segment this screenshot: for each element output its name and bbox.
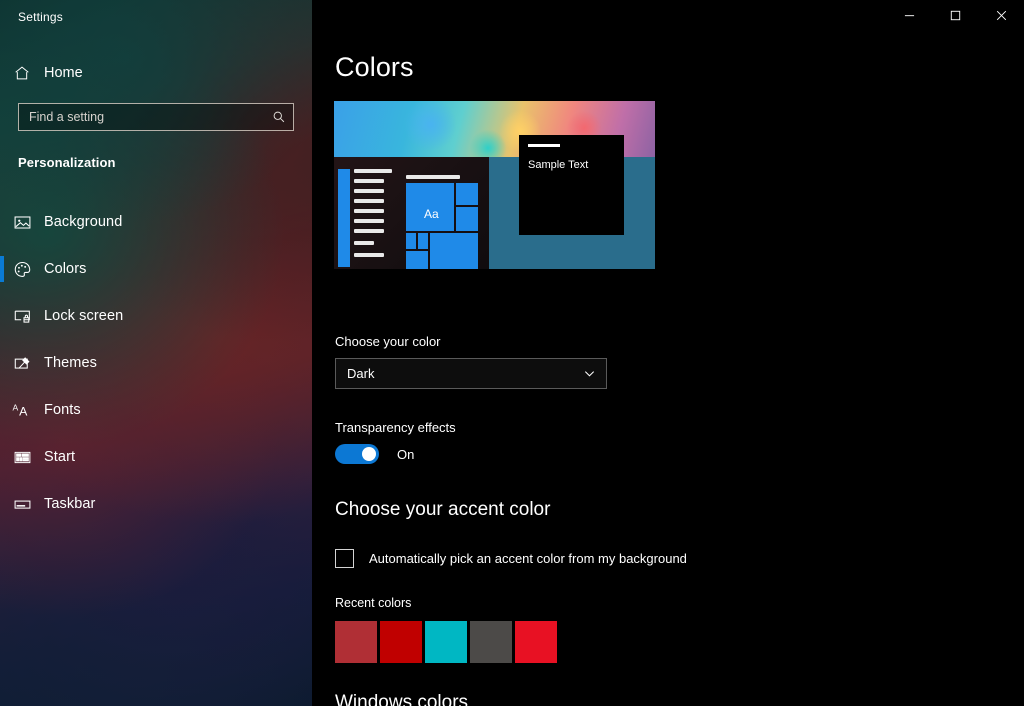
- preview-window-titlebar: [528, 144, 560, 147]
- choose-color-value: Dark: [347, 366, 375, 381]
- lock-screen-icon: [0, 307, 44, 326]
- choose-color-dropdown[interactable]: Dark: [335, 358, 607, 389]
- sidebar-item-fonts[interactable]: A A Fonts: [0, 394, 312, 426]
- windows-colors-heading: Windows colors: [335, 692, 469, 706]
- preview-start-line: [354, 209, 384, 213]
- theme-preview: Aa Sample Text: [334, 101, 655, 269]
- auto-accent-row[interactable]: Automatically pick an accent color from …: [335, 549, 687, 568]
- main-content: Colors Aa Sample Text Choose your color …: [312, 0, 1024, 706]
- search-box[interactable]: [18, 103, 294, 131]
- sidebar-item-home[interactable]: Home: [0, 58, 312, 88]
- sidebar-item-background[interactable]: Background: [0, 206, 312, 238]
- recent-color-swatch-dark-red[interactable]: [380, 621, 422, 663]
- auto-accent-checkbox[interactable]: [335, 549, 354, 568]
- close-icon: [996, 10, 1007, 21]
- sidebar-item-start[interactable]: Start: [0, 441, 312, 473]
- sidebar-item-lock-screen-label: Lock screen: [44, 308, 124, 324]
- preview-sample-window: Sample Text: [519, 135, 624, 235]
- choose-color-label: Choose your color: [335, 334, 441, 349]
- fonts-icon: A A: [0, 401, 44, 420]
- sidebar-item-background-label: Background: [44, 214, 123, 230]
- recent-color-swatch-brick-red[interactable]: [335, 621, 377, 663]
- preview-tile: [456, 207, 478, 231]
- sidebar-item-taskbar[interactable]: Taskbar: [0, 488, 312, 520]
- recent-color-swatch-gray[interactable]: [470, 621, 512, 663]
- chevron-down-icon: [583, 367, 596, 380]
- preview-start-tiles: Aa: [406, 183, 488, 269]
- transparency-row: On: [335, 444, 414, 464]
- svg-text:A: A: [19, 404, 28, 418]
- sidebar-item-colors-label: Colors: [44, 261, 87, 277]
- app-title: Settings: [18, 10, 63, 24]
- sidebar-item-lock-screen[interactable]: Lock screen: [0, 300, 312, 332]
- transparency-label: Transparency effects: [335, 420, 456, 435]
- preview-start-menu: Aa: [334, 157, 489, 269]
- start-icon: [0, 448, 44, 467]
- preview-tile: [418, 233, 428, 249]
- auto-accent-label: Automatically pick an accent color from …: [369, 551, 687, 566]
- minimize-icon: [904, 10, 915, 21]
- page-title: Colors: [335, 52, 414, 82]
- preview-tile: [406, 233, 416, 249]
- preview-start-line: [354, 189, 384, 193]
- recent-color-swatch-cyan[interactable]: [425, 621, 467, 663]
- sidebar-item-start-label: Start: [44, 449, 76, 465]
- search-input[interactable]: [19, 110, 265, 124]
- close-button[interactable]: [978, 0, 1024, 30]
- recent-colors-label: Recent colors: [335, 596, 412, 610]
- recent-color-swatch-vivid-red[interactable]: [515, 621, 557, 663]
- preview-start-line: [354, 219, 384, 223]
- preview-start-line: [354, 199, 384, 203]
- home-icon: [0, 64, 44, 82]
- themes-icon: [0, 354, 44, 373]
- sidebar-nav-list: Background Colors Lock screen Themes A A…: [0, 206, 312, 535]
- sidebar-item-taskbar-label: Taskbar: [44, 496, 96, 512]
- svg-text:A: A: [12, 402, 18, 412]
- recent-colors-row: [335, 621, 557, 663]
- sidebar-item-home-label: Home: [44, 65, 83, 81]
- preview-tile: Aa: [406, 183, 454, 231]
- sidebar-item-fonts-label: Fonts: [44, 402, 81, 418]
- transparency-toggle[interactable]: [335, 444, 379, 464]
- preview-start-line: [354, 241, 374, 245]
- maximize-icon: [950, 10, 961, 21]
- preview-tile: [406, 251, 428, 269]
- preview-sample-text: Sample Text: [528, 159, 589, 171]
- accent-color-heading: Choose your accent color: [335, 499, 551, 520]
- preview-start-rail: [338, 169, 350, 267]
- preview-tile: [430, 233, 478, 269]
- window-controls: [886, 0, 1024, 30]
- toggle-knob: [362, 447, 376, 461]
- settings-window: Settings Home Personalization: [0, 0, 1024, 706]
- preview-start-line: [354, 253, 384, 257]
- preview-tile-label: Aa: [424, 207, 439, 221]
- sidebar-item-themes[interactable]: Themes: [0, 347, 312, 379]
- sidebar: Settings Home Personalization: [0, 0, 312, 706]
- sidebar-item-themes-label: Themes: [44, 355, 97, 371]
- image-icon: [0, 213, 44, 232]
- sidebar-section-header: Personalization: [18, 155, 116, 170]
- transparency-state-label: On: [397, 446, 415, 462]
- minimize-button[interactable]: [886, 0, 932, 30]
- preview-start-line: [354, 179, 384, 183]
- preview-start-line: [354, 229, 384, 233]
- preview-start-line: [354, 169, 392, 173]
- preview-tile: [456, 183, 478, 205]
- search-icon[interactable]: [265, 110, 293, 124]
- maximize-button[interactable]: [932, 0, 978, 30]
- sidebar-item-colors[interactable]: Colors: [0, 253, 312, 285]
- preview-start-titlebar: [406, 175, 460, 179]
- palette-icon: [0, 260, 44, 279]
- taskbar-icon: [0, 495, 44, 514]
